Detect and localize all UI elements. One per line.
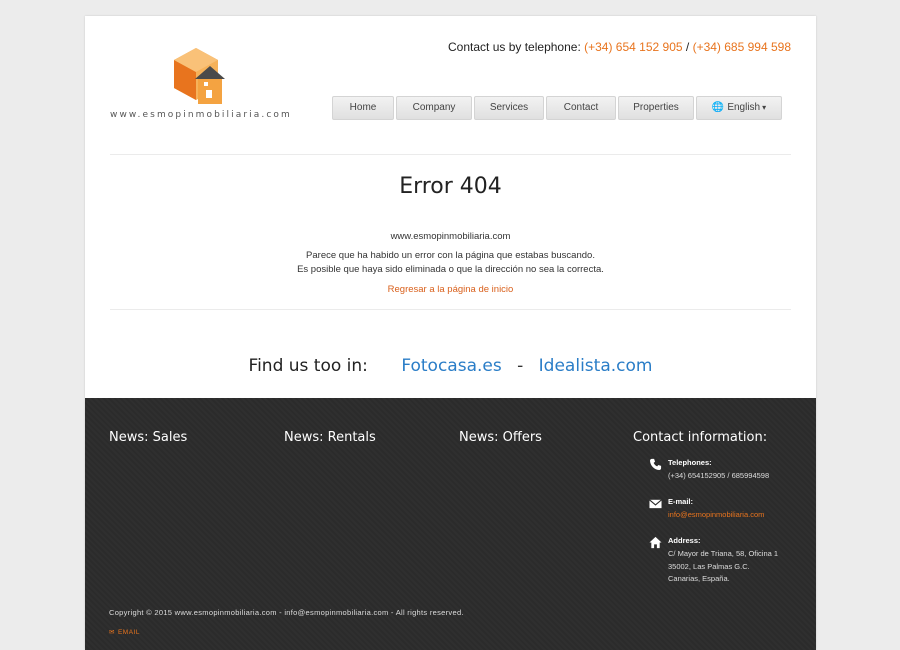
divider — [110, 154, 791, 155]
idealista-link[interactable]: Idealista.com — [539, 356, 653, 376]
error-message-line2: Es posible que haya sido eliminada o que… — [297, 264, 604, 275]
logo-text: www.esmopinmobiliaria.com — [110, 110, 292, 120]
error-title: Error 404 — [399, 174, 502, 199]
copyright-text: Copyright © 2015 www.esmopinmobiliaria.c… — [109, 608, 464, 617]
news-sales-heading: News: Sales — [109, 430, 188, 445]
email-label: E-mail: — [668, 497, 694, 506]
find-us-label: Find us too in: — [248, 356, 368, 376]
footer-email-link[interactable]: ✉ EMAIL — [109, 628, 140, 636]
footer: News: Sales News: Rentals News: Offers C… — [85, 398, 816, 650]
globe-icon: 🌐 — [711, 102, 725, 113]
nav-services[interactable]: Services — [474, 96, 544, 120]
address-line1: C/ Mayor de Triana, 58, Oficina 1 — [668, 549, 779, 558]
back-home-link[interactable]: Regresar a la página de inicio — [85, 284, 816, 295]
telephones-label: Telephones: — [668, 458, 712, 467]
find-us-bar: Find us too in: Fotocasa.es - Idealista.… — [85, 356, 816, 376]
house-logo-icon — [174, 48, 225, 104]
phone-icon — [650, 458, 662, 470]
phone-separator: / — [685, 40, 690, 54]
news-rentals-heading: News: Rentals — [284, 430, 376, 445]
footer-email-label: EMAIL — [117, 629, 140, 636]
telephones-value: (+34) 654152905 / 685994598 — [668, 471, 770, 480]
address-line3: Canarias, España. — [668, 574, 730, 583]
contact-info-heading: Contact information: — [633, 430, 768, 445]
language-label: English — [727, 102, 761, 113]
address-value: C/ Mayor de Triana, 58, Oficina 1 35002,… — [668, 548, 778, 586]
email-value-link[interactable]: info@esmopinmobiliaria.com — [668, 509, 764, 522]
fotocasa-link[interactable]: Fotocasa.es — [401, 356, 501, 376]
find-us-separator: - — [517, 356, 524, 376]
address-label: Address: — [668, 536, 701, 545]
nav-contact[interactable]: Contact — [546, 96, 616, 120]
contact-email: E-mail: info@esmopinmobiliaria.com — [649, 497, 809, 525]
envelope-icon: ✉ — [109, 629, 115, 636]
divider — [110, 309, 791, 310]
envelope-icon — [649, 499, 662, 509]
news-offers-heading: News: Offers — [459, 430, 542, 445]
error-message-line1: Parece que ha habido un error con la pág… — [306, 250, 595, 261]
address-line2: 35002, Las Palmas G.C. — [668, 561, 750, 571]
site-url: www.esmopinmobiliaria.com — [390, 231, 511, 242]
chevron-down-icon: ▾ — [762, 103, 767, 112]
phone-2[interactable]: (+34) 685 994 598 — [693, 40, 791, 54]
nav-home[interactable]: Home — [332, 96, 394, 120]
language-dropdown[interactable]: 🌐 English ▾ — [696, 96, 782, 120]
contact-prefix: Contact us by telephone: — [448, 40, 581, 54]
site-logo[interactable]: www.esmopinmobiliaria.com — [110, 46, 292, 126]
nav-company[interactable]: Company — [396, 96, 472, 120]
home-icon — [649, 536, 662, 549]
contact-telephones: Telephones: (+34) 654152905 / 685994598 — [649, 458, 809, 486]
contact-address: Address: C/ Mayor de Triana, 58, Oficina… — [649, 536, 809, 586]
header-contact: Contact us by telephone: (+34) 654 152 9… — [448, 40, 791, 54]
phone-1[interactable]: (+34) 654 152 905 — [584, 40, 682, 54]
nav-properties[interactable]: Properties — [618, 96, 694, 120]
